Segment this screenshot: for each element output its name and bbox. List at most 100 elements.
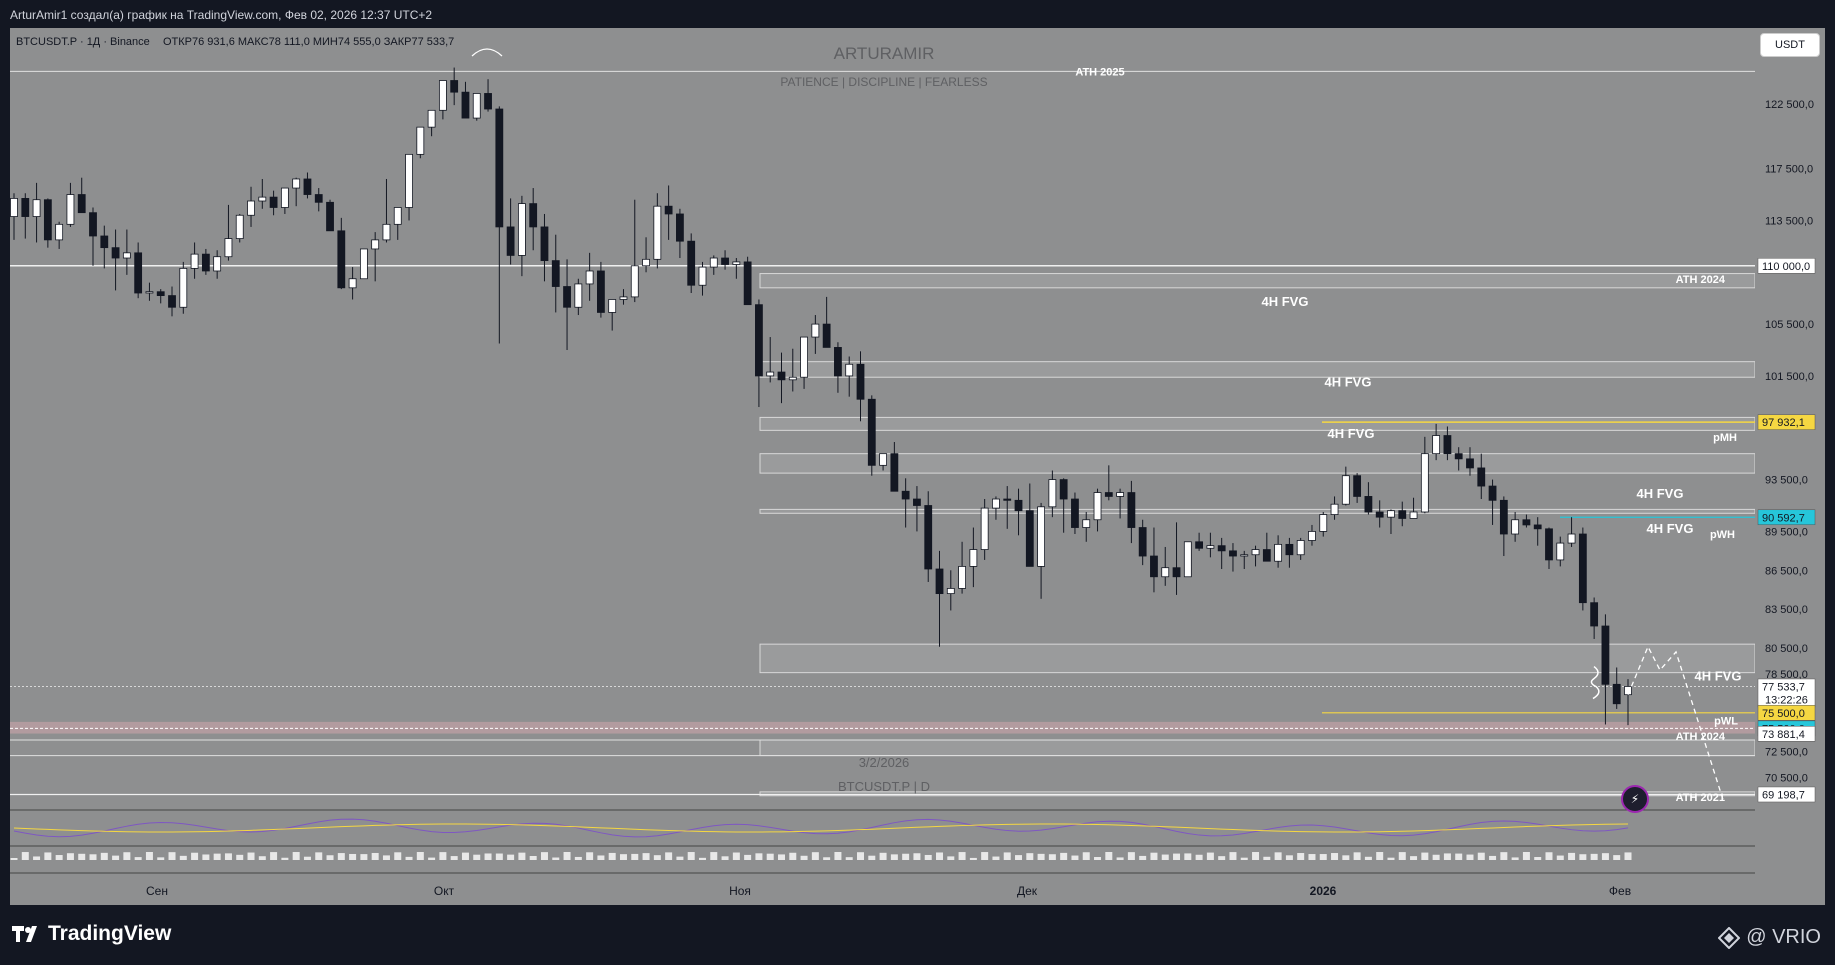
volume-bar [112, 855, 120, 860]
candle-body [145, 291, 154, 294]
volume-bar [1071, 855, 1079, 860]
candle-body [946, 588, 955, 595]
chart-annotation: 4H FVG [1637, 486, 1684, 501]
candle-body [1262, 549, 1271, 562]
candle-body [1409, 511, 1418, 519]
volume-bar [687, 852, 695, 860]
volume-bar [44, 852, 52, 860]
volume-bar [349, 853, 357, 860]
volume-bar [1489, 855, 1497, 860]
price-tag-label: 75 500,0 [1762, 708, 1805, 720]
candle-body [1104, 492, 1113, 497]
volume-bar [586, 852, 594, 860]
time-tick-label: Ноя [729, 884, 751, 898]
volume-bar [1150, 852, 1158, 860]
volume-bar [1500, 852, 1508, 860]
candle-body [1161, 567, 1170, 578]
candle-body [1454, 453, 1463, 460]
legend-ohlc: ОТКР76 931,6 МАКС78 111,0 МИН74 555,0 ЗА… [163, 36, 454, 48]
volume-bar [202, 854, 210, 860]
volume-bar [1285, 855, 1293, 860]
volume-bar [676, 856, 684, 860]
candle-body [687, 240, 696, 286]
price-tag-label: 69 198,7 [1762, 789, 1805, 801]
volume-bar [145, 852, 153, 860]
volume-bar [1015, 855, 1023, 860]
chart-annotation: 4H FVG [1695, 669, 1742, 684]
volume-bar [1297, 853, 1305, 860]
candle-body [529, 203, 538, 228]
volume-bar [416, 852, 424, 860]
time-axis: Сен Окт Ноя Дек 2026 Фев [10, 872, 1755, 898]
volume-bar [428, 857, 436, 860]
volume-bar [21, 852, 29, 860]
candle-body [1195, 541, 1204, 549]
candle-body [156, 291, 165, 296]
candle-body [1578, 533, 1587, 604]
candle-body [484, 93, 492, 110]
volume-bar [1579, 854, 1587, 860]
volume-bar [924, 854, 932, 860]
fvg-zone [759, 739, 1756, 757]
volume-bar [1082, 852, 1090, 860]
volume-bar [1624, 852, 1632, 860]
volume-bar [66, 853, 74, 860]
candle-body [1488, 485, 1497, 501]
horizontal-levels [10, 70, 1755, 796]
candle-body [224, 238, 233, 258]
candlestick-chart[interactable]: 37,3625,35 89,67 K 122 500,0 117 500,0 113… [0, 0, 1835, 965]
volume-bar [461, 852, 469, 860]
candle-body [134, 252, 143, 294]
candle-body [1420, 453, 1429, 513]
candle-body [1296, 540, 1305, 556]
candle-body [1229, 550, 1237, 557]
volume-bar [857, 852, 865, 860]
lightning-icon[interactable]: ⚡ [1621, 785, 1649, 813]
fvg-zone [759, 508, 1756, 514]
candle-body [405, 153, 413, 208]
volume-bar [608, 852, 616, 860]
candle-body [1533, 524, 1542, 530]
volume-bar [168, 852, 176, 860]
candle-body [1330, 503, 1339, 515]
fvg-zone [759, 453, 1756, 474]
candle-body [1014, 499, 1023, 512]
candle-body [506, 226, 515, 256]
ath-arc [471, 48, 503, 57]
candle-body [1285, 543, 1294, 556]
candle-body [1387, 510, 1395, 518]
candle-body [1048, 479, 1057, 508]
price-axis: 122 500,0 117 500,0 113 500,0 105 500,0 101 … [1755, 28, 1825, 905]
candle-body [822, 323, 831, 348]
countdown-label: 13:22:26 [1765, 694, 1808, 706]
volume-bar [1364, 856, 1372, 860]
candle-body [416, 126, 425, 155]
candle-body [755, 304, 763, 377]
watermark-subtitle: PATIENCE | DISCIPLINE | FEARLESS [780, 75, 987, 89]
volume-bar [281, 857, 289, 860]
candle-body [326, 201, 334, 232]
chart-annotation: 4H FVG [1647, 521, 1694, 536]
currency-button[interactable]: USDT [1760, 33, 1820, 57]
volume-bar [879, 852, 887, 860]
volume-bar [1443, 853, 1451, 860]
candle-body [168, 295, 176, 308]
chart-annotation: pWH [1710, 529, 1735, 541]
candle-body [280, 187, 289, 208]
chart-annotation: pWL [1714, 716, 1738, 728]
volume-bar [1466, 854, 1474, 860]
volume-bar [55, 855, 63, 860]
volume-bar [1353, 852, 1361, 860]
diamond-logo-icon [1718, 926, 1741, 949]
volume-bar [800, 855, 808, 860]
candle-body [269, 196, 278, 208]
candle-body [1071, 498, 1079, 528]
candle-body [1567, 533, 1576, 544]
candle-body [653, 205, 662, 260]
candle-body [1612, 683, 1621, 705]
candle-body [574, 283, 583, 308]
volume-bar [947, 856, 955, 860]
tradingview-logo[interactable]: TradingView [12, 922, 171, 946]
volume-bar [1229, 852, 1237, 860]
candle-body [709, 257, 718, 268]
